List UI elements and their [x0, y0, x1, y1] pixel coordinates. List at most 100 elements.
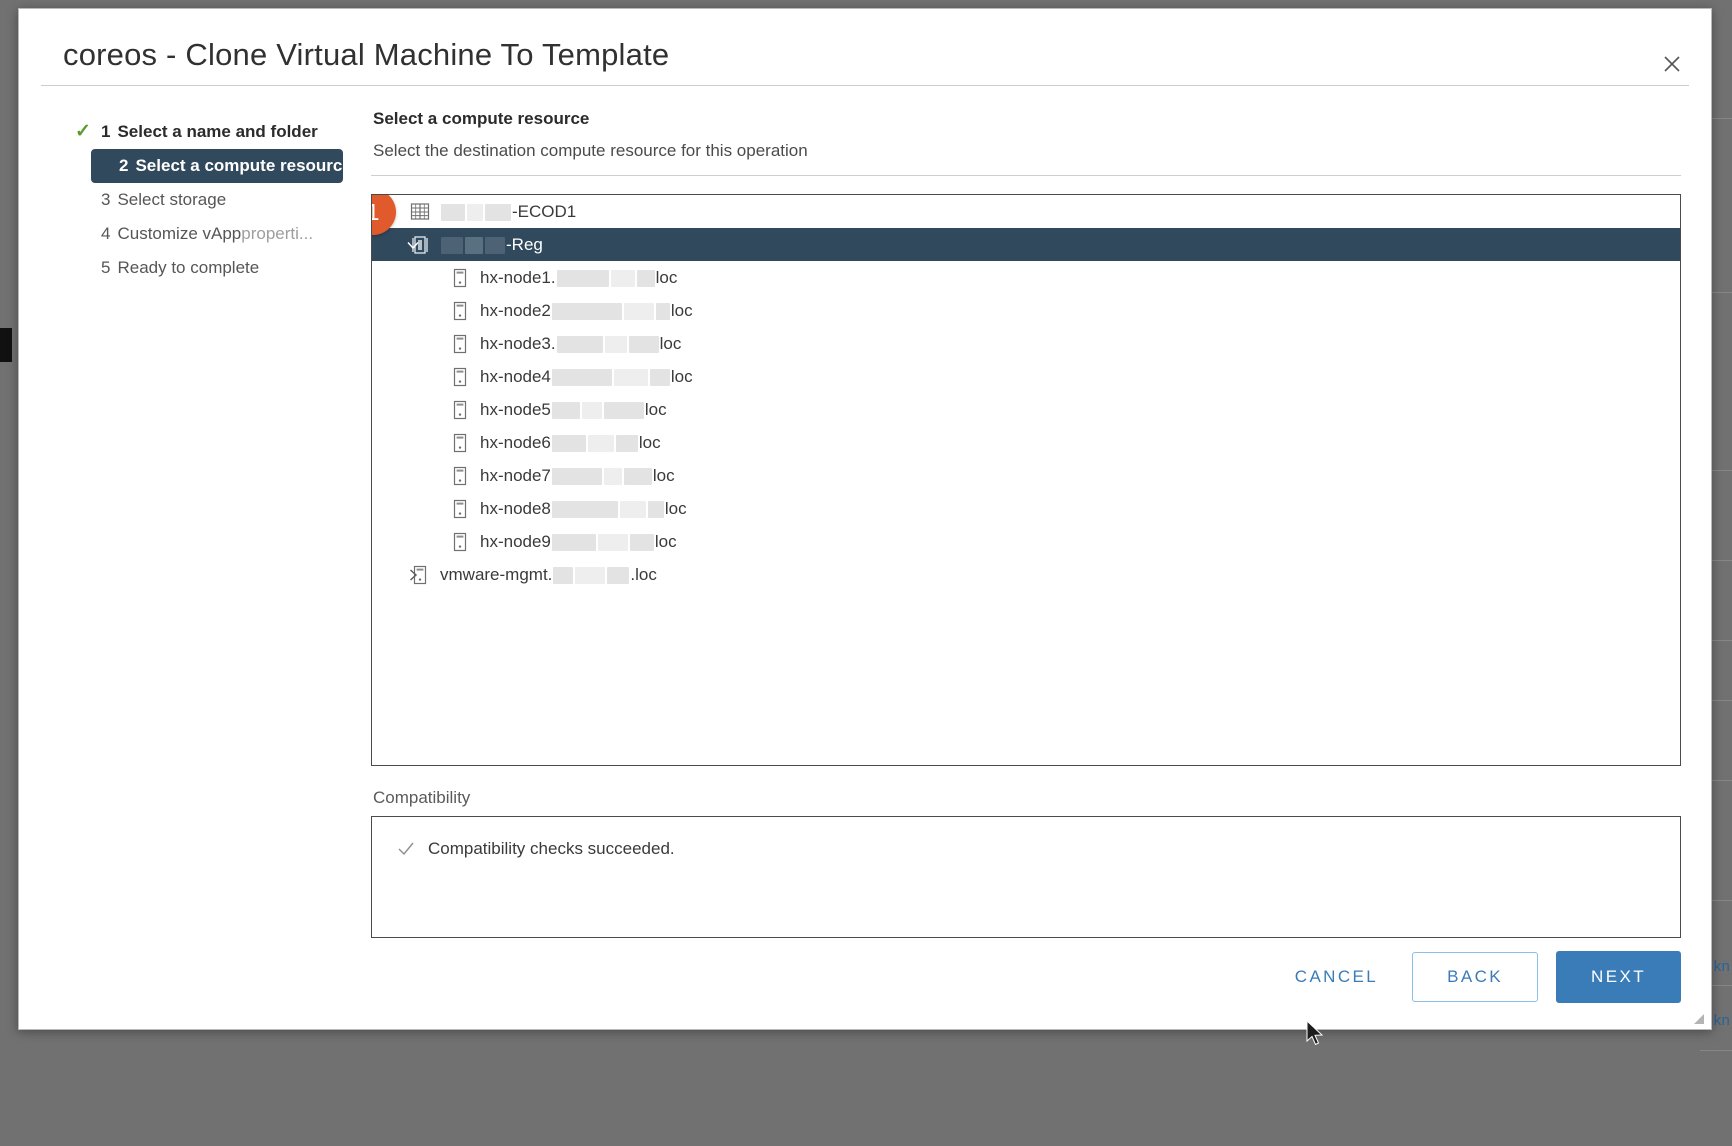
- dialog-titlebar: coreos - Clone Virtual Machine To Templa…: [41, 9, 1689, 86]
- step-number: 5: [101, 258, 111, 277]
- tree-row[interactable]: hx-node7 loc: [372, 459, 1680, 492]
- tree-row-label: hx-node3. loc: [480, 333, 682, 353]
- tree-row[interactable]: hx-node6 loc: [372, 426, 1680, 459]
- redacted-text: [485, 203, 511, 221]
- redacted-text: [649, 368, 670, 386]
- compatibility-label: Compatibility: [373, 788, 471, 807]
- redacted-text: [551, 533, 596, 551]
- step-label: Select a compute resource: [135, 156, 352, 175]
- tree-row-label: hx-node5 loc: [480, 399, 667, 419]
- tree-row[interactable]: hx-node1. loc: [372, 261, 1680, 294]
- datacenter-icon: [410, 201, 430, 223]
- redacted-text: [485, 236, 505, 254]
- tree-row-label: hx-node6 loc: [480, 432, 661, 452]
- redacted-text: [603, 467, 622, 485]
- resize-grip[interactable]: [1689, 1009, 1705, 1025]
- tree-row-label: hx-node7 loc: [480, 465, 675, 485]
- redacted-text: [619, 500, 646, 518]
- redacted-text: [623, 467, 652, 485]
- step-label: Customize vApp: [117, 224, 242, 243]
- compatibility-box: Compatibility checks succeeded.: [371, 816, 1681, 938]
- compatibility-row: Compatibility checks succeeded.: [396, 839, 1680, 859]
- redacted-text: [575, 566, 606, 584]
- redacted-text: [603, 401, 644, 419]
- page-subtitle: Select the destination compute resource …: [373, 141, 808, 160]
- redacted-text: [551, 368, 612, 386]
- redacted-text: [556, 269, 609, 287]
- host-icon: [450, 531, 470, 553]
- redacted-text: [655, 302, 670, 320]
- wizard-step-4[interactable]: 4 Customize vApp properti...: [63, 217, 363, 251]
- next-button[interactable]: NEXT: [1556, 951, 1681, 1003]
- compute-resource-tree[interactable]: 1 -ECOD1-Reghx-node1.lochx-node2lochx-no…: [371, 194, 1681, 766]
- compatibility-message: Compatibility checks succeeded.: [428, 839, 675, 858]
- tree-row-label: vmware-mgmt. .loc: [440, 564, 657, 584]
- cancel-button[interactable]: CANCEL: [1279, 957, 1394, 997]
- redacted-text: [636, 269, 655, 287]
- main-pane: Select a compute resource Select the des…: [371, 109, 1681, 938]
- tree-row-label: hx-node2 loc: [480, 300, 693, 320]
- wizard-step-2[interactable]: 2 Select a compute resource: [91, 149, 352, 183]
- tree-row-label: hx-node8 loc: [480, 498, 687, 518]
- redacted-text: [553, 566, 574, 584]
- tree-row[interactable]: -ECOD1: [372, 195, 1680, 228]
- dialog-footer: CANCEL BACK NEXT: [1279, 951, 1681, 1003]
- tree-row[interactable]: hx-node9 loc: [372, 525, 1680, 558]
- redacted-text: [551, 401, 580, 419]
- check-icon: [396, 839, 416, 859]
- redacted-text: [551, 434, 586, 452]
- redacted-text: [610, 269, 635, 287]
- tree-row[interactable]: hx-node4 loc: [372, 360, 1680, 393]
- chevron-right-icon[interactable]: [404, 566, 422, 584]
- redacted-text: [581, 401, 602, 419]
- page-title: Select a compute resource: [373, 109, 590, 128]
- wizard-step-3[interactable]: 3 Select storage: [63, 183, 363, 217]
- redacted-text: [556, 335, 603, 353]
- redacted-text: [647, 500, 664, 518]
- redacted-text: [628, 335, 659, 353]
- step-label-truncated: properti...: [241, 224, 314, 243]
- background-dark-chip: [0, 328, 12, 362]
- step-label: Select a name and folder: [117, 122, 318, 141]
- redacted-text: [597, 533, 628, 551]
- tree-row[interactable]: -Reg: [372, 228, 1680, 261]
- background-link-fragment[interactable]: kn: [1714, 1012, 1730, 1029]
- close-icon[interactable]: [1659, 51, 1685, 77]
- tree-row[interactable]: hx-node2 loc: [372, 294, 1680, 327]
- wizard-step-5[interactable]: 5 Ready to complete: [63, 251, 363, 285]
- redacted-text: [551, 467, 602, 485]
- tree-row-label: -ECOD1: [440, 202, 576, 222]
- tree-row[interactable]: hx-node3. loc: [372, 327, 1680, 360]
- tree-row-label: hx-node4 loc: [480, 366, 693, 386]
- redacted-text: [607, 566, 630, 584]
- step-number: 4: [101, 224, 111, 243]
- host-icon: [450, 399, 470, 421]
- tree-row[interactable]: vmware-mgmt. .loc: [372, 558, 1680, 591]
- host-icon: [450, 366, 470, 388]
- redacted-text: [441, 203, 465, 221]
- host-icon: [450, 333, 470, 355]
- redacted-text: [623, 302, 654, 320]
- step-number: 1: [101, 122, 111, 141]
- host-icon: [450, 498, 470, 520]
- step-complete-icon: ✓: [75, 121, 91, 142]
- tree-row[interactable]: hx-node8 loc: [372, 492, 1680, 525]
- back-button[interactable]: BACK: [1412, 952, 1539, 1002]
- redacted-text: [551, 302, 622, 320]
- host-icon: [450, 432, 470, 454]
- step-label: Select storage: [117, 190, 227, 209]
- chevron-down-icon[interactable]: [404, 236, 422, 254]
- tree-row-label: hx-node1. loc: [480, 267, 678, 287]
- wizard-steps: ✓ 1 Select a name and folder 2 Select a comp…: [63, 115, 363, 285]
- step-label: Ready to complete: [117, 258, 260, 277]
- redacted-text: [467, 203, 483, 221]
- redacted-text: [465, 236, 483, 254]
- host-icon: [450, 465, 470, 487]
- tree-row[interactable]: hx-node5 loc: [372, 393, 1680, 426]
- background-link-fragment[interactable]: kn: [1714, 958, 1730, 975]
- redacted-text: [615, 434, 638, 452]
- tree-row-label: hx-node9 loc: [480, 531, 677, 551]
- tree-row-label: -Reg: [440, 235, 543, 255]
- wizard-step-1[interactable]: ✓ 1 Select a name and folder: [63, 115, 363, 149]
- redacted-text: [629, 533, 654, 551]
